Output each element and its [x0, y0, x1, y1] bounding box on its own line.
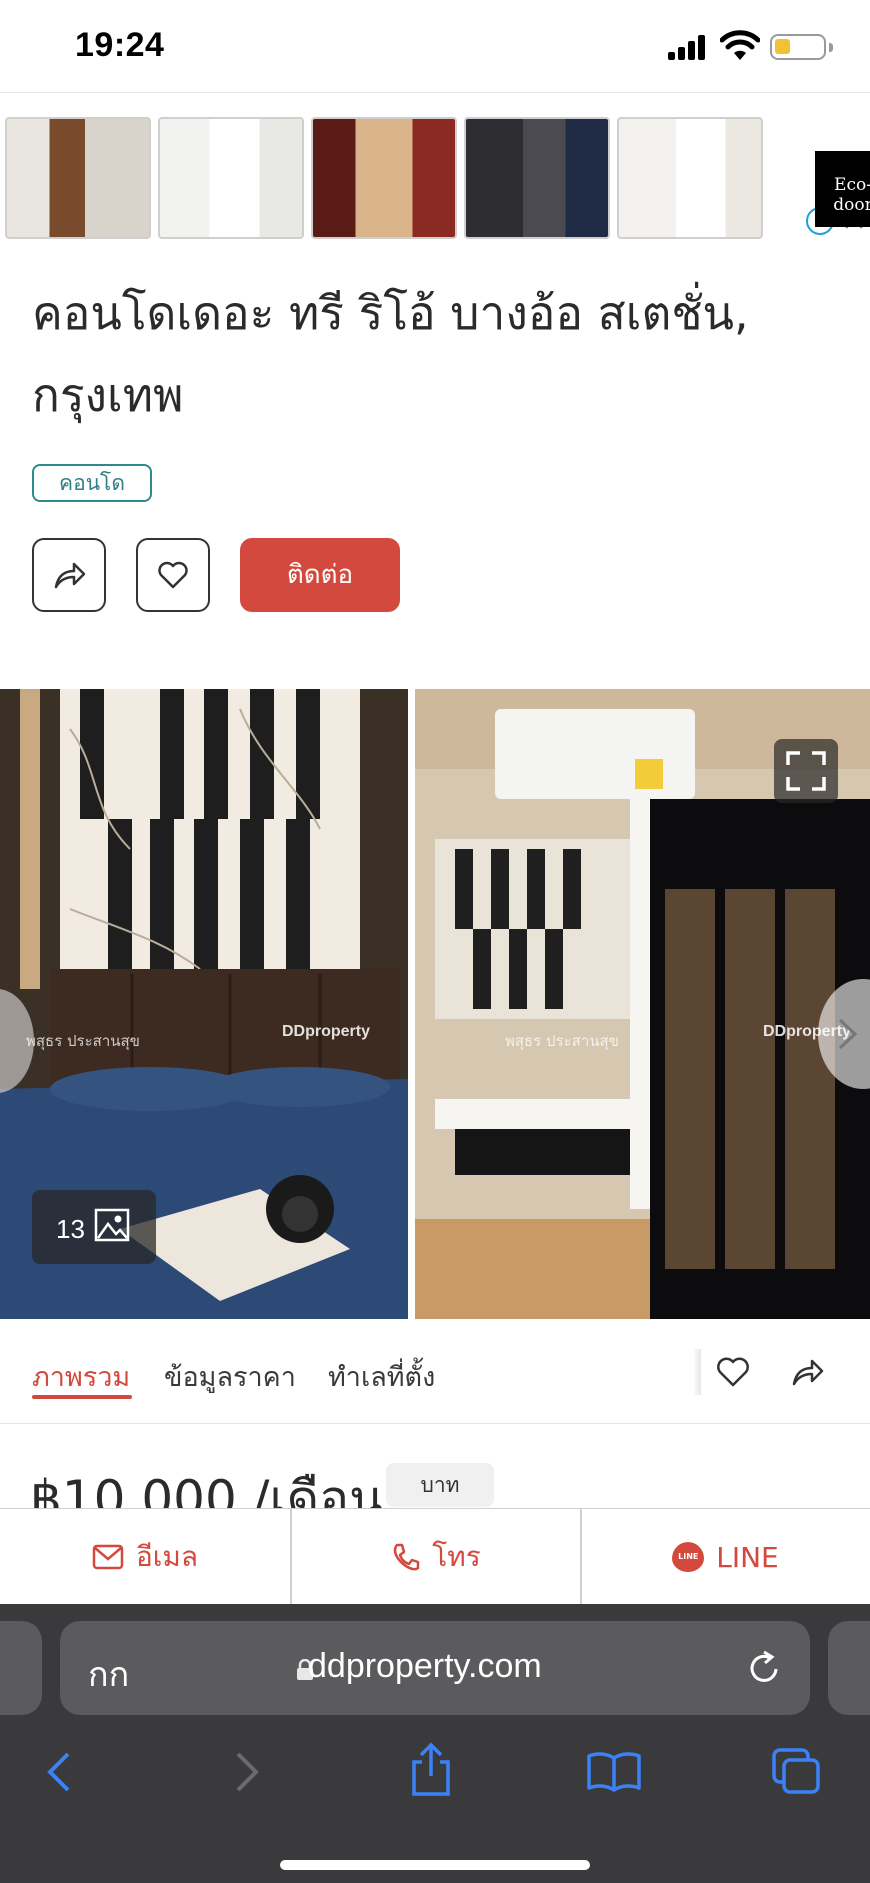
watermark-brand: DDproperty: [282, 1023, 371, 1040]
phone-icon: [393, 1543, 420, 1571]
image-icon: [94, 1208, 130, 1242]
signal-icon: [668, 34, 708, 60]
call-label: โทร: [432, 1540, 481, 1573]
tab-heart-icon[interactable]: [716, 1357, 750, 1387]
ad-door-image-3[interactable]: [311, 117, 457, 239]
browser-toolbar: กก ddproperty.com: [0, 1604, 870, 1883]
forward-icon[interactable]: [232, 1750, 262, 1794]
listing-title-line-2: กรุงเทพ: [32, 368, 184, 422]
email-button[interactable]: อีเมล: [0, 1509, 290, 1605]
url-text[interactable]: ddproperty.com: [308, 1647, 542, 1686]
ad-door-image-5[interactable]: [617, 117, 763, 239]
email-label: อีเมล: [135, 1540, 198, 1573]
heart-icon: [158, 561, 188, 589]
photo-count: 13: [56, 1214, 85, 1244]
call-button[interactable]: โทร: [291, 1509, 580, 1605]
status-time: 19:24: [75, 26, 165, 64]
photo-count-button[interactable]: 13: [32, 1190, 156, 1264]
home-indicator: [280, 1860, 590, 1870]
favorite-button[interactable]: [136, 538, 210, 612]
status-bar: 19:24: [0, 0, 870, 92]
price-section: ฿10,000 /เดือน บาท: [0, 1424, 870, 1509]
line-icon: LINE: [672, 1542, 705, 1572]
expand-icon: [786, 751, 826, 791]
property-type-badge: คอนโด: [32, 464, 152, 502]
back-icon[interactable]: [44, 1750, 74, 1794]
tabs-icon[interactable]: [770, 1746, 822, 1796]
ad-door-image-2[interactable]: [158, 117, 304, 239]
share-button[interactable]: [32, 538, 106, 612]
listing-title: คอนโดเดอะ ทรี ริโอ้ บางอ้อ สเตชั่น, กรุง…: [32, 272, 832, 436]
share-icon: [54, 562, 86, 589]
tab-overview[interactable]: ภาพรวม: [32, 1355, 130, 1398]
contact-button[interactable]: ติดต่อ: [240, 538, 400, 612]
watermark-agent-2: พสุธร ประสานสุข: [505, 1032, 619, 1050]
tab-share-icon[interactable]: [790, 1357, 824, 1387]
contact-action-bar: อีเมล โทร LINE LINE: [0, 1508, 870, 1605]
next-tab-peek[interactable]: [828, 1621, 870, 1715]
active-tab-indicator: [32, 1395, 132, 1399]
battery-icon: [770, 34, 833, 60]
prev-tab-peek[interactable]: [0, 1621, 42, 1715]
address-bar[interactable]: กก ddproperty.com: [60, 1621, 810, 1715]
mail-icon: [92, 1544, 124, 1570]
section-tabs: ภาพรวม ข้อมูลราคา ทำเลที่ตั้ง: [0, 1319, 870, 1424]
ad-door-image-1[interactable]: [5, 117, 151, 239]
wifi-icon: [720, 30, 760, 60]
ad-banner[interactable]: i ✕ Eco-door: [0, 92, 870, 252]
share-sheet-icon[interactable]: [408, 1742, 454, 1798]
ad-logo[interactable]: Eco-door: [815, 151, 870, 227]
chevron-right-icon: [838, 1018, 858, 1050]
line-button[interactable]: LINE LINE: [581, 1509, 870, 1605]
currency-selector[interactable]: บาท: [386, 1463, 494, 1507]
tab-location[interactable]: ทำเลที่ตั้ง: [328, 1355, 435, 1398]
price-amount: ฿10,000 /เดือน: [30, 1470, 384, 1509]
ad-door-image-4[interactable]: [464, 117, 610, 239]
line-label: LINE: [716, 1540, 779, 1574]
fullscreen-button[interactable]: [774, 739, 838, 803]
tab-fade-divider: [693, 1349, 701, 1395]
listing-title-line-1: คอนโดเดอะ ทรี ริโอ้ บางอ้อ สเตชั่น,: [32, 286, 749, 340]
reader-settings-button[interactable]: กก: [88, 1647, 129, 1701]
watermark-agent: พสุธร ประสานสุข: [26, 1032, 140, 1050]
reload-icon[interactable]: [746, 1649, 782, 1687]
tab-price-info[interactable]: ข้อมูลราคา: [164, 1355, 296, 1398]
photo-gallery[interactable]: พสุธร ประสานสุข DDproperty พสุธร ประสานส…: [0, 689, 870, 1319]
bookmarks-icon[interactable]: [586, 1750, 642, 1792]
